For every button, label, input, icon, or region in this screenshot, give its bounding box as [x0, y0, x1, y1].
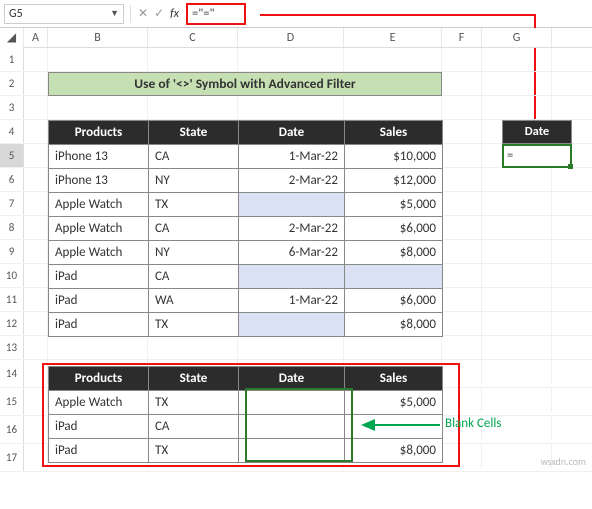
row-head-17[interactable]: 17 — [0, 444, 24, 471]
row-head-13[interactable]: 13 — [0, 336, 24, 359]
row-head-5[interactable]: 5 — [0, 144, 24, 167]
divider — [130, 5, 131, 23]
col-head-F[interactable]: F — [442, 28, 482, 47]
table-row: iPadWA1-Mar-22$6,000 — [49, 289, 443, 313]
row-head-15[interactable]: 15 — [0, 388, 24, 415]
row-head-10[interactable]: 10 — [0, 264, 24, 287]
chevron-down-icon[interactable]: ▼ — [110, 8, 119, 19]
col-head-A[interactable]: A — [24, 28, 48, 47]
col-head-E[interactable]: E — [344, 28, 442, 47]
select-all-corner[interactable]: ◢ — [0, 28, 24, 48]
th-products-2: Products — [49, 367, 149, 391]
column-headers: ◢ A B C D E F G — [0, 28, 592, 48]
row-head-14[interactable]: 14 — [0, 360, 24, 387]
th-date: Date — [239, 121, 345, 145]
annotation-blank-cells: Blank Cells — [445, 416, 501, 431]
row-head-1[interactable]: 1 — [0, 48, 24, 71]
enter-icon[interactable]: ✓ — [153, 6, 165, 21]
cancel-icon[interactable]: ✕ — [137, 6, 149, 21]
criteria-range: Date = — [502, 120, 572, 168]
col-head-C[interactable]: C — [148, 28, 238, 47]
table-row: Apple WatchTX$5,000 — [49, 391, 443, 415]
table-header-row: Products State Date Sales — [49, 121, 443, 145]
th-sales-2: Sales — [345, 367, 443, 391]
row-head-3[interactable]: 3 — [0, 96, 24, 119]
formula-buttons: ✕ ✓ fx — [137, 6, 180, 21]
th-products: Products — [49, 121, 149, 145]
table-row: iPhone 13NY2-Mar-22$12,000 — [49, 169, 443, 193]
th-date-2: Date — [239, 367, 345, 391]
row-head-16[interactable]: 16 — [0, 416, 24, 443]
formula-bar[interactable]: ="=" — [186, 3, 246, 25]
table-row: iPhone 13CA1-Mar-22$10,000 — [49, 145, 443, 169]
table-row: iPadCA — [49, 265, 443, 289]
results-table: Products State Date Sales Apple WatchTX$… — [48, 366, 443, 463]
main-table: Products State Date Sales iPhone 13CA1-M… — [48, 120, 443, 337]
col-head-G[interactable]: G — [482, 28, 552, 47]
watermark: wsxdn.com — [541, 455, 586, 468]
table-row: Apple WatchCA2-Mar-22$6,000 — [49, 217, 443, 241]
col-head-D[interactable]: D — [238, 28, 344, 47]
table-row: Apple WatchNY6-Mar-22$8,000 — [49, 241, 443, 265]
row-head-8[interactable]: 8 — [0, 216, 24, 239]
table-row: iPadTX$8,000 — [49, 313, 443, 337]
table-header-row: Products State Date Sales — [49, 367, 443, 391]
page-title: Use of '<>' Symbol with Advanced Filter — [48, 72, 442, 96]
th-state: State — [149, 121, 239, 145]
row-head-7[interactable]: 7 — [0, 192, 24, 215]
criteria-header[interactable]: Date — [502, 120, 572, 144]
col-head-B[interactable]: B — [48, 28, 148, 47]
row-head-4[interactable]: 4 — [0, 120, 24, 143]
table-row: iPadTX$8,000 — [49, 439, 443, 463]
table-row: iPadCA — [49, 415, 443, 439]
criteria-value-cell[interactable]: = — [502, 144, 572, 168]
row-head-6[interactable]: 6 — [0, 168, 24, 191]
row-head-12[interactable]: 12 — [0, 312, 24, 335]
table-row: Apple WatchTX$5,000 — [49, 193, 443, 217]
name-box-value: G5 — [9, 7, 110, 21]
th-state-2: State — [149, 367, 239, 391]
th-sales: Sales — [345, 121, 443, 145]
row-head-2[interactable]: 2 — [0, 72, 24, 95]
row-head-9[interactable]: 9 — [0, 240, 24, 263]
name-box[interactable]: G5 ▼ — [4, 4, 124, 24]
fx-icon[interactable]: fx — [169, 7, 180, 21]
spreadsheet-grid[interactable]: ◢ A B C D E F G 1 2 3 4 5 6 7 8 9 10 11 … — [0, 28, 592, 472]
row-head-11[interactable]: 11 — [0, 288, 24, 311]
formula-value: ="=" — [192, 6, 214, 21]
